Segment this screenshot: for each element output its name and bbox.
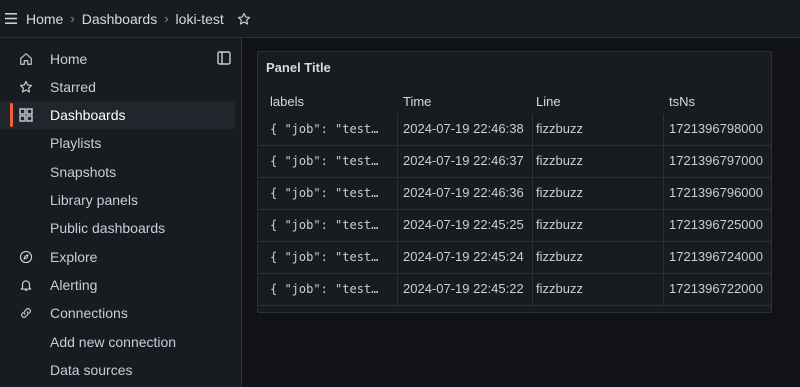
sidebar-item-add-new-connection[interactable]: Add new connection (0, 328, 235, 356)
cell-tsns: 1721396797000 (669, 153, 763, 168)
cell-tsns: 1721396725000 (669, 217, 763, 232)
cell-tsns: 1721396796000 (669, 185, 763, 200)
column-divider (397, 178, 398, 210)
table-row[interactable]: { "job": "test… 2024-07-19 22:46:37 fizz… (258, 146, 771, 178)
cell-time: 2024-07-19 22:46:37 (403, 153, 524, 168)
table-row[interactable]: { "job": "test… 2024-07-19 22:46:36 fizz… (258, 178, 771, 210)
breadcrumb-current: loki-test (175, 10, 224, 27)
column-divider (663, 146, 664, 178)
column-divider (532, 146, 533, 178)
column-divider (397, 274, 398, 306)
cell-labels: { "job": "test… (270, 218, 379, 232)
column-header-time[interactable]: Time (403, 94, 431, 109)
sidebar-item-label: Data sources (50, 362, 133, 378)
cell-time: 2024-07-19 22:45:24 (403, 249, 524, 264)
column-divider (532, 114, 533, 146)
panel-title[interactable]: Panel Title (266, 60, 331, 75)
sidebar-item-dashboards[interactable]: Dashboards (0, 101, 235, 129)
cell-time: 2024-07-19 22:46:36 (403, 185, 524, 200)
cell-time: 2024-07-19 22:45:22 (403, 281, 524, 296)
cell-line: fizzbuzz (536, 121, 583, 136)
sidebar-item-label: Dashboards (50, 107, 126, 123)
column-divider (397, 242, 398, 274)
column-divider (532, 242, 533, 274)
column-divider (397, 146, 398, 178)
cell-labels: { "job": "test… (270, 282, 379, 296)
column-divider (663, 274, 664, 306)
column-divider (663, 114, 664, 146)
column-header-line[interactable]: Line (536, 94, 561, 109)
sidebar-item-snapshots[interactable]: Snapshots (0, 158, 235, 186)
breadcrumb-separator: › (164, 11, 169, 26)
sidebar: Home Starred Dashboards Playlists Snapsh… (0, 38, 242, 387)
column-header-labels[interactable]: labels (270, 94, 304, 109)
cell-tsns: 1721396724000 (669, 249, 763, 264)
sidebar-item-label: Starred (50, 79, 96, 95)
cell-line: fizzbuzz (536, 185, 583, 200)
cell-time: 2024-07-19 22:46:38 (403, 121, 524, 136)
star-icon[interactable] (236, 11, 252, 27)
table-panel: Panel Title labels Time Line tsNs { "job… (257, 51, 772, 313)
column-divider (532, 274, 533, 306)
sidebar-item-label: Explore (50, 249, 98, 265)
breadcrumb-separator: › (70, 11, 75, 26)
cell-line: fizzbuzz (536, 217, 583, 232)
compass-icon (18, 249, 34, 265)
sidebar-item-label: Playlists (50, 135, 102, 151)
cell-labels: { "job": "test… (270, 186, 379, 200)
column-header-tsns[interactable]: tsNs (669, 94, 695, 109)
apps-icon (18, 107, 34, 123)
sidebar-item-library-panels[interactable]: Library panels (0, 186, 235, 214)
cell-time: 2024-07-19 22:45:25 (403, 217, 524, 232)
table-header: labels Time Line tsNs (258, 88, 771, 114)
top-bar: Home › Dashboards › loki-test (0, 0, 800, 38)
cell-line: fizzbuzz (536, 281, 583, 296)
sidebar-item-starred[interactable]: Starred (0, 73, 235, 101)
table-row[interactable]: { "job": "test… 2024-07-19 22:46:38 fizz… (258, 114, 771, 146)
menu-icon[interactable] (0, 0, 22, 38)
sidebar-item-label: Connections (50, 305, 128, 321)
breadcrumb: Home › Dashboards › loki-test (26, 11, 224, 27)
cell-line: fizzbuzz (536, 153, 583, 168)
cell-tsns: 1721396798000 (669, 121, 763, 136)
table-row[interactable]: { "job": "test… 2024-07-19 22:45:24 fizz… (258, 242, 771, 274)
column-divider (397, 210, 398, 242)
cell-tsns: 1721396722000 (669, 281, 763, 296)
sidebar-item-data-sources[interactable]: Data sources (0, 356, 235, 384)
column-divider (663, 178, 664, 210)
cell-labels: { "job": "test… (270, 122, 379, 136)
bell-icon (18, 277, 34, 293)
sidebar-item-label: Add new connection (50, 334, 177, 350)
table-row[interactable]: { "job": "test… 2024-07-19 22:45:25 fizz… (258, 210, 771, 242)
sidebar-item-explore[interactable]: Explore (0, 243, 235, 271)
sidebar-item-label: Public dashboards (50, 220, 166, 236)
column-divider (663, 210, 664, 242)
sidebar-item-public-dashboards[interactable]: Public dashboards (0, 214, 235, 242)
sidebar-item-label: Alerting (50, 277, 98, 293)
sidebar-item-connections[interactable]: Connections (0, 299, 235, 327)
column-divider (532, 210, 533, 242)
sidebar-item-label: Home (50, 51, 88, 67)
link-icon (18, 305, 34, 321)
cell-labels: { "job": "test… (270, 154, 379, 168)
breadcrumb-dashboards[interactable]: Dashboards (82, 11, 158, 27)
column-divider (397, 114, 398, 146)
star-icon (18, 79, 34, 95)
table-row[interactable]: { "job": "test… 2024-07-19 22:45:22 fizz… (258, 274, 771, 306)
column-divider (532, 178, 533, 210)
sidebar-item-alerting[interactable]: Alerting (0, 271, 235, 299)
sidebar-item-label: Library panels (50, 192, 138, 208)
breadcrumb-home[interactable]: Home (26, 11, 63, 27)
cell-labels: { "job": "test… (270, 250, 379, 264)
sidebar-item-label: Snapshots (50, 164, 117, 180)
home-icon (18, 51, 34, 67)
column-divider (663, 242, 664, 274)
cell-line: fizzbuzz (536, 249, 583, 264)
sidebar-item-playlists[interactable]: Playlists (0, 129, 235, 157)
sidebar-item-home[interactable]: Home (0, 45, 235, 73)
